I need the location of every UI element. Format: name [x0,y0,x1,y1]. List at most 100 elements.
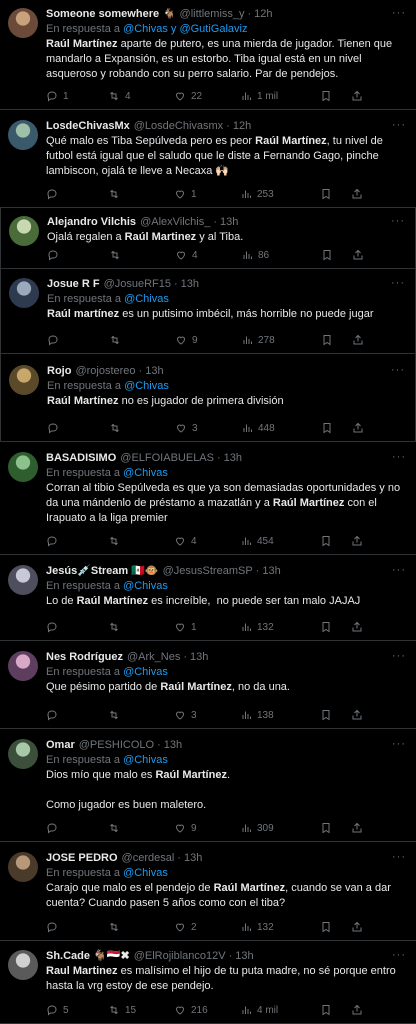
reply-button[interactable]: 1 [46,90,108,102]
share-button[interactable] [351,709,368,721]
author-name[interactable]: Rojo [47,364,71,379]
views-button[interactable]: 309 [240,822,306,834]
tweet[interactable]: BASADISIMO @ELFOIABUELAS · 13h ··· En respues… [0,442,416,555]
author-handle[interactable]: @ElRojiblanco12V [134,949,226,964]
views-button[interactable]: 132 [240,621,306,633]
views-button[interactable]: 253 [240,188,306,200]
author-name[interactable]: Omar [46,738,75,753]
timestamp[interactable]: 12h [254,7,272,22]
bookmark-button[interactable] [320,535,337,547]
tweet[interactable]: Josue R F @JosueRF15 · 13h ··· En respuesta a… [0,269,416,354]
timestamp[interactable]: 13h [164,738,182,753]
retweet-button[interactable] [109,249,175,261]
timestamp[interactable]: 13h [235,949,253,964]
like-button[interactable]: 9 [175,334,241,346]
reply-button[interactable] [46,921,108,933]
retweet-button[interactable]: 15 [108,1004,174,1016]
bookmark-button[interactable] [321,249,338,261]
timestamp[interactable]: 13h [184,851,202,866]
bookmark-button[interactable] [321,422,338,434]
author-handle[interactable]: @JesusStreamSP [163,564,253,579]
retweet-button[interactable]: 4 [108,90,174,102]
avatar[interactable] [8,120,38,150]
like-button[interactable]: 216 [174,1004,240,1016]
tweet[interactable]: Someone somewhere 🐐 @littlemiss_y · 12h ··· En… [0,0,416,110]
tweet[interactable]: Alejandro Vilchis @AlexVilchis_ · 13h ··· Oja… [0,208,416,269]
author-name[interactable]: JOSE PEDRO [46,851,118,866]
author-name[interactable]: BASADISIMO [46,451,116,466]
like-button[interactable]: 4 [175,249,241,261]
bookmark-button[interactable] [320,1004,337,1016]
timestamp[interactable]: 13h [220,215,238,230]
timestamp[interactable]: 13h [262,564,280,579]
more-icon[interactable]: ··· [392,119,406,131]
reply-mention-link[interactable]: @Chivas [123,467,168,479]
reply-mention-link[interactable]: @Chivas [123,580,168,592]
reply-button[interactable] [46,709,108,721]
author-name[interactable]: Someone somewhere [46,7,159,22]
share-button[interactable] [352,422,369,434]
views-button[interactable]: 278 [241,334,307,346]
author-name[interactable]: Sh.Cade 🐐🇾🇪✖ [46,949,130,964]
share-button[interactable] [351,90,368,102]
reply-button[interactable] [46,535,108,547]
bookmark-button[interactable] [320,188,337,200]
tweet[interactable]: Rojo @rojostereo · 13h ··· En respuesta a @Ch… [0,354,416,442]
avatar[interactable] [9,216,39,246]
avatar[interactable] [8,739,38,769]
tweet[interactable]: Omar @PESHICOLO · 13h ··· En respuesta a @Chi… [0,729,416,842]
share-button[interactable] [351,188,368,200]
tweet[interactable]: Sh.Cade 🐐🇾🇪✖ @ElRojiblanco12V · 13h ··· Raul … [0,941,416,1024]
retweet-button[interactable] [108,188,174,200]
like-button[interactable]: 2 [174,921,240,933]
reply-mention-link[interactable]: @Chivas [123,666,168,678]
more-icon[interactable]: ··· [392,949,406,961]
like-button[interactable]: 1 [174,188,240,200]
reply-mention-link[interactable]: @Chivas y @GutiGalaviz [123,23,247,35]
author-handle[interactable]: @cerdesal [122,851,175,866]
share-button[interactable] [351,535,368,547]
views-button[interactable]: 1 mil [240,90,306,102]
author-handle[interactable]: @Ark_Nes [127,650,180,665]
views-button[interactable]: 86 [241,249,307,261]
retweet-button[interactable] [109,334,175,346]
reply-button[interactable] [46,188,108,200]
avatar[interactable] [9,365,39,395]
timestamp[interactable]: 13h [224,451,242,466]
retweet-button[interactable] [108,921,174,933]
author-handle[interactable]: @LosdeChivasmx [134,119,223,134]
views-button[interactable]: 448 [241,422,307,434]
bookmark-button[interactable] [320,822,337,834]
more-icon[interactable]: ··· [391,364,405,376]
reply-button[interactable] [47,334,109,346]
retweet-button[interactable] [108,709,174,721]
more-icon[interactable]: ··· [391,215,405,227]
share-button[interactable] [351,921,368,933]
tweet[interactable]: JOSE PEDRO @cerdesal · 13h ··· En respuesta a… [0,842,416,941]
share-button[interactable] [351,822,368,834]
views-button[interactable]: 454 [240,535,306,547]
retweet-button[interactable] [109,422,175,434]
views-button[interactable]: 132 [240,921,306,933]
retweet-button[interactable] [108,535,174,547]
avatar[interactable] [8,852,38,882]
share-button[interactable] [351,1004,368,1016]
more-icon[interactable]: ··· [392,7,406,19]
like-button[interactable]: 1 [174,621,240,633]
like-button[interactable]: 3 [175,422,241,434]
tweet[interactable]: Jesús💉Stream 🇲🇽🐵 @JesusStreamSP · 13h ··· En … [0,555,416,641]
avatar[interactable] [8,565,38,595]
more-icon[interactable]: ··· [392,564,406,576]
retweet-button[interactable] [108,621,174,633]
reply-mention-link[interactable]: @Chivas [123,754,168,766]
author-handle[interactable]: @PESHICOLO [79,738,154,753]
reply-button[interactable] [47,422,109,434]
avatar[interactable] [9,278,39,308]
share-button[interactable] [352,334,369,346]
retweet-button[interactable] [108,822,174,834]
bookmark-button[interactable] [320,921,337,933]
like-button[interactable]: 9 [174,822,240,834]
author-handle[interactable]: @ELFOIABUELAS [120,451,214,466]
bookmark-button[interactable] [320,709,337,721]
tweet[interactable]: Nes Rodríguez @Ark_Nes · 13h ··· En respuesta… [0,641,416,729]
